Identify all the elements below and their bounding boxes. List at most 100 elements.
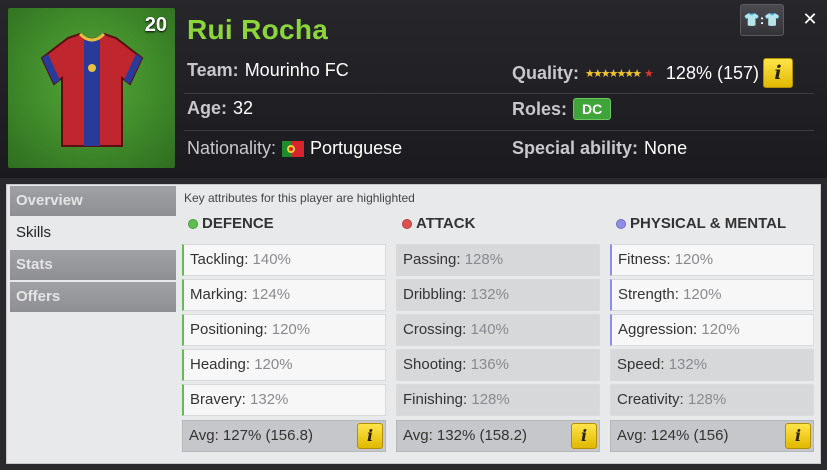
kit-compare-button[interactable]: 👕:👕	[740, 4, 784, 36]
special-ability-label: Special ability:	[512, 138, 639, 158]
quality-value: 128% (157)	[665, 62, 759, 83]
roles-field: Roles: DC	[512, 98, 612, 120]
tab-offers[interactable]: Offers	[10, 282, 176, 312]
divider	[184, 93, 814, 94]
attribute-finishing: Finishing: 128%	[396, 384, 600, 416]
attr-label: Creativity:	[617, 391, 684, 408]
age-value: 32	[233, 98, 254, 118]
attribute-speed: Speed: 132%	[610, 349, 814, 381]
attr-value: 140%	[252, 251, 291, 268]
attr-value: 136%	[470, 356, 509, 373]
physical-mental-average: Avg: 124% (156) i	[610, 420, 814, 452]
attack-header: ATTACK	[402, 215, 475, 232]
attr-value: 132%	[250, 391, 289, 408]
attr-value: 124%	[251, 286, 291, 303]
close-button[interactable]: ✕	[796, 4, 824, 36]
quality-field: Quality: ★★★★★★★ ★ 128% (157) i	[512, 58, 793, 88]
special-ability-value: None	[644, 138, 688, 158]
attr-value: 140%	[470, 321, 509, 338]
special-ability-field: Special ability: None	[512, 138, 687, 159]
partial-star-icon: ★	[644, 67, 654, 80]
age-field: Age: 32	[187, 98, 253, 119]
age-label: Age:	[187, 98, 227, 118]
team-label: Team:	[187, 60, 239, 80]
attr-label: Heading:	[190, 356, 251, 373]
attack-average-text: Avg: 132% (158.2)	[403, 427, 527, 444]
attribute-strength: Strength: 120%	[610, 279, 814, 311]
shirt-icon	[40, 32, 144, 147]
attribute-shooting: Shooting: 136%	[396, 349, 600, 381]
player-photo: 20	[8, 8, 175, 168]
defence-info-button[interactable]: i	[357, 423, 383, 449]
attr-value: 120%	[683, 286, 722, 303]
attr-value: 120%	[271, 321, 311, 338]
divider	[184, 130, 814, 131]
physical-mental-average-text: Avg: 124% (156)	[617, 427, 729, 444]
defence-average-text: Avg: 127% (156.8)	[189, 427, 313, 444]
defence-header: DEFENCE	[188, 215, 274, 232]
shirt-number: 20	[144, 14, 167, 36]
attr-value: 132%	[470, 286, 509, 303]
attr-label: Aggression:	[618, 321, 698, 338]
quality-info-button[interactable]: i	[762, 58, 793, 88]
quality-stars-icon: ★★★★★★★	[585, 67, 642, 80]
attr-label: Tackling:	[190, 251, 249, 268]
attr-label: Marking:	[190, 286, 248, 303]
attr-value: 128%	[687, 391, 727, 408]
defence-dot-icon	[188, 218, 198, 229]
attr-value: 128%	[471, 391, 510, 408]
attr-value: 132%	[668, 356, 708, 373]
attr-value: 120%	[254, 356, 293, 373]
attr-label: Strength:	[618, 286, 679, 303]
attr-label: Speed:	[617, 356, 665, 373]
attr-label: Positioning:	[190, 321, 268, 338]
player-name: Rui Rocha	[187, 14, 329, 45]
attr-label: Passing:	[403, 251, 461, 268]
attack-title: ATTACK	[416, 215, 476, 232]
attr-value: 128%	[464, 251, 504, 268]
defence-average: Avg: 127% (156.8) i	[182, 420, 386, 452]
player-header: 20 Rui Rocha 👕:👕 ✕ Team: Mourinho FC Age…	[0, 0, 827, 178]
nationality-value: Portuguese	[310, 138, 403, 158]
tab-skills[interactable]: Skills	[10, 218, 176, 248]
attr-label: Finishing:	[403, 391, 468, 408]
attribute-dribbling: Dribbling: 132%	[396, 279, 600, 311]
team-field: Team: Mourinho FC	[187, 60, 349, 81]
roles-label: Roles:	[512, 98, 568, 119]
attr-value: 120%	[674, 251, 714, 268]
attr-label: Dribbling:	[403, 286, 467, 303]
quality-label: Quality:	[512, 62, 580, 83]
attack-average: Avg: 132% (158.2) i	[396, 420, 600, 452]
role-badge: DC	[573, 98, 612, 120]
key-attributes-hint: Key attributes for this player are highl…	[184, 191, 415, 205]
attribute-creativity: Creativity: 128%	[610, 384, 814, 416]
attack-info-button[interactable]: i	[571, 423, 597, 449]
physical-mental-info-button[interactable]: i	[785, 423, 811, 449]
attribute-fitness: Fitness: 120%	[610, 244, 814, 276]
attribute-passing: Passing: 128%	[396, 244, 600, 276]
attribute-aggression: Aggression: 120%	[610, 314, 814, 346]
attribute-crossing: Crossing: 140%	[396, 314, 600, 346]
physical-mental-header: PHYSICAL & MENTAL	[616, 215, 786, 232]
attribute-positioning: Positioning: 120%	[182, 314, 386, 346]
portugal-flag-icon	[282, 140, 305, 157]
attr-label: Crossing:	[403, 321, 467, 338]
attribute-marking: Marking: 124%	[182, 279, 386, 311]
tab-stats[interactable]: Stats	[10, 250, 176, 280]
physical-mental-title: PHYSICAL & MENTAL	[630, 215, 787, 232]
defence-title: DEFENCE	[202, 215, 274, 232]
tab-overview[interactable]: Overview	[10, 186, 176, 216]
attribute-heading: Heading: 120%	[182, 349, 386, 381]
skills-panel: Overview Skills Stats Offers Key attribu…	[6, 184, 821, 464]
attr-value: 120%	[701, 321, 740, 338]
attr-label: Bravery:	[190, 391, 246, 408]
attribute-tackling: Tackling: 140%	[182, 244, 386, 276]
nationality-label: Nationality:	[187, 138, 277, 158]
nationality-field: Nationality: Portuguese	[187, 138, 402, 159]
attribute-bravery: Bravery: 132%	[182, 384, 386, 416]
team-value[interactable]: Mourinho FC	[245, 60, 349, 81]
attr-label: Shooting:	[403, 356, 467, 373]
attack-dot-icon	[402, 218, 412, 229]
attr-label: Fitness:	[618, 251, 671, 268]
physical-mental-dot-icon	[616, 218, 626, 229]
